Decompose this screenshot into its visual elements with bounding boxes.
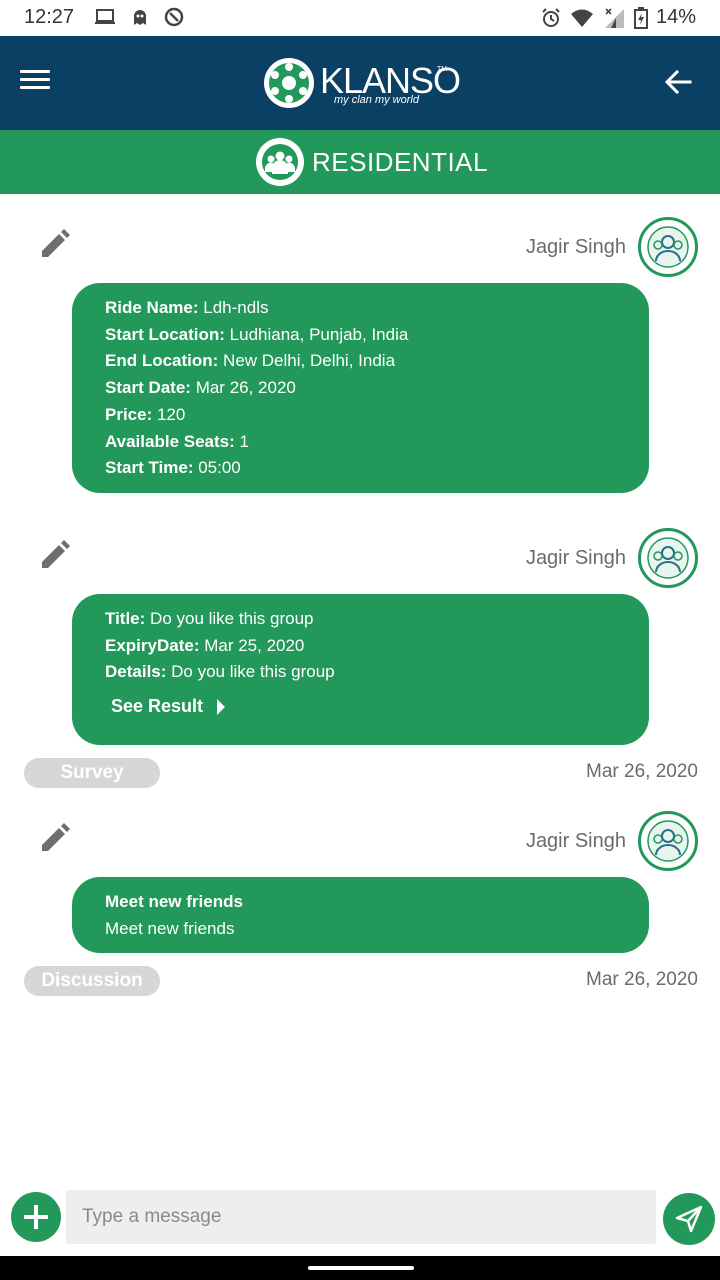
- field-value: 120: [152, 404, 186, 424]
- field-value: Mar 25, 2020: [199, 635, 305, 655]
- field-value: 1: [234, 431, 249, 451]
- klanso-logo: KLANSO TM my clan my world: [262, 56, 462, 112]
- post-date: Mar 26, 2020: [586, 761, 698, 782]
- ghost-icon: [134, 10, 146, 25]
- field-value: Do you like this group: [145, 609, 314, 628]
- plus-icon: [24, 1205, 48, 1229]
- brand-tagline: my clan my world: [334, 94, 419, 106]
- ride-details-bubble[interactable]: Ride Name: Ldh-ndls Start Location: Ludh…: [72, 283, 649, 493]
- post-type-chip: Survey: [24, 758, 160, 788]
- back-arrow-icon[interactable]: [662, 66, 694, 98]
- send-button[interactable]: [663, 1193, 715, 1245]
- start-date-row: Start Date: Mar 26, 2020: [105, 375, 616, 402]
- avatar[interactable]: [638, 811, 698, 871]
- field-label: Title:: [105, 609, 146, 628]
- klanso-logo-mark-icon: [264, 58, 314, 108]
- field-label: Available Seats:: [105, 431, 235, 451]
- field-value: Ludhiana, Punjab, India: [224, 324, 409, 344]
- battery-percent: 14%: [655, 6, 696, 28]
- post-date: Mar 26, 2020: [586, 969, 698, 990]
- group-icon: [256, 138, 304, 186]
- avatar[interactable]: [638, 217, 698, 277]
- field-label: ExpiryDate:: [105, 635, 200, 655]
- start-time-row: Start Time: 05:00: [105, 455, 616, 482]
- add-button[interactable]: [11, 1192, 61, 1242]
- field-label: Start Time:: [105, 458, 194, 478]
- signal-icon: [604, 7, 624, 28]
- category-bar: RESIDENTIAL: [0, 130, 720, 194]
- alarm-icon: [542, 7, 560, 27]
- field-value: 05:00: [193, 458, 241, 478]
- post-author: Jagir Singh: [525, 236, 626, 258]
- edit-icon[interactable]: [36, 821, 72, 857]
- status-time: 12:27: [24, 6, 75, 28]
- category-label: RESIDENTIAL: [312, 146, 488, 177]
- status-bar: 12:27 14%: [0, 0, 720, 36]
- see-result-button[interactable]: See Result: [111, 696, 227, 717]
- edit-icon[interactable]: [36, 538, 72, 574]
- message-input[interactable]: [66, 1190, 656, 1244]
- brand-trademark: TM: [437, 66, 448, 73]
- discussion-heading: Meet new friends: [105, 889, 616, 916]
- system-nav-bar: [0, 1256, 720, 1280]
- status-right-icons: 14%: [540, 6, 696, 29]
- hamburger-menu-icon[interactable]: [20, 66, 56, 100]
- status-left-icons: [94, 7, 184, 27]
- field-value: Mar 26, 2020: [190, 378, 296, 398]
- survey-bubble[interactable]: Title: Do you like this group ExpiryDate…: [72, 594, 649, 745]
- details-row: Details: Do you like this group: [105, 659, 616, 686]
- field-label: Start Date:: [105, 378, 191, 398]
- post-author: Jagir Singh: [525, 547, 626, 569]
- discussion-body: Meet new friends: [105, 918, 235, 938]
- field-value: Do you like this group: [166, 662, 335, 682]
- post-type-chip: Discussion: [24, 966, 160, 996]
- start-location-row: Start Location: Ludhiana, Punjab, India: [105, 322, 616, 349]
- expiry-date-row: ExpiryDate: Mar 25, 2020: [105, 633, 616, 660]
- discussion-title: Meet new friends: [105, 892, 243, 911]
- survey-title-row: Title: Do you like this group: [105, 606, 616, 633]
- field-label: Details:: [105, 662, 167, 682]
- message-composer: [0, 1184, 720, 1256]
- field-label: Price:: [105, 404, 153, 424]
- available-seats-row: Available Seats: 1: [105, 429, 616, 456]
- user-avatar-icon: [647, 226, 689, 268]
- vpn-icon: [164, 7, 184, 27]
- field-label: Start Location:: [105, 324, 225, 344]
- discussion-bubble[interactable]: Meet new friends Meet new friends: [72, 877, 649, 953]
- category-header: RESIDENTIAL: [256, 138, 488, 186]
- laptop-icon: [95, 9, 115, 24]
- end-location-row: End Location: New Delhi, Delhi, India: [105, 348, 616, 375]
- ride-name-row: Ride Name: Ldh-ndls: [105, 295, 616, 322]
- home-gesture-pill[interactable]: [308, 1266, 414, 1270]
- send-icon: [675, 1205, 703, 1233]
- play-arrow-icon: [217, 698, 226, 715]
- field-label: Ride Name:: [105, 298, 199, 317]
- wifi-icon: [570, 9, 593, 27]
- user-avatar-icon: [647, 537, 689, 579]
- user-avatar-icon: [647, 820, 689, 862]
- app-bar: KLANSO TM my clan my world: [0, 36, 720, 130]
- field-label: End Location:: [105, 351, 219, 371]
- edit-icon[interactable]: [36, 227, 72, 263]
- post-author: Jagir Singh: [525, 830, 626, 852]
- message-feed[interactable]: Jagir Singh Ride Name: Ldh-ndls Start Lo…: [0, 194, 720, 1184]
- avatar[interactable]: [638, 528, 698, 588]
- see-result-label: See Result: [111, 696, 204, 717]
- field-value: New Delhi, Delhi, India: [218, 351, 396, 371]
- price-row: Price: 120: [105, 402, 616, 429]
- battery-icon: [633, 6, 648, 29]
- field-value: Ldh-ndls: [198, 298, 269, 317]
